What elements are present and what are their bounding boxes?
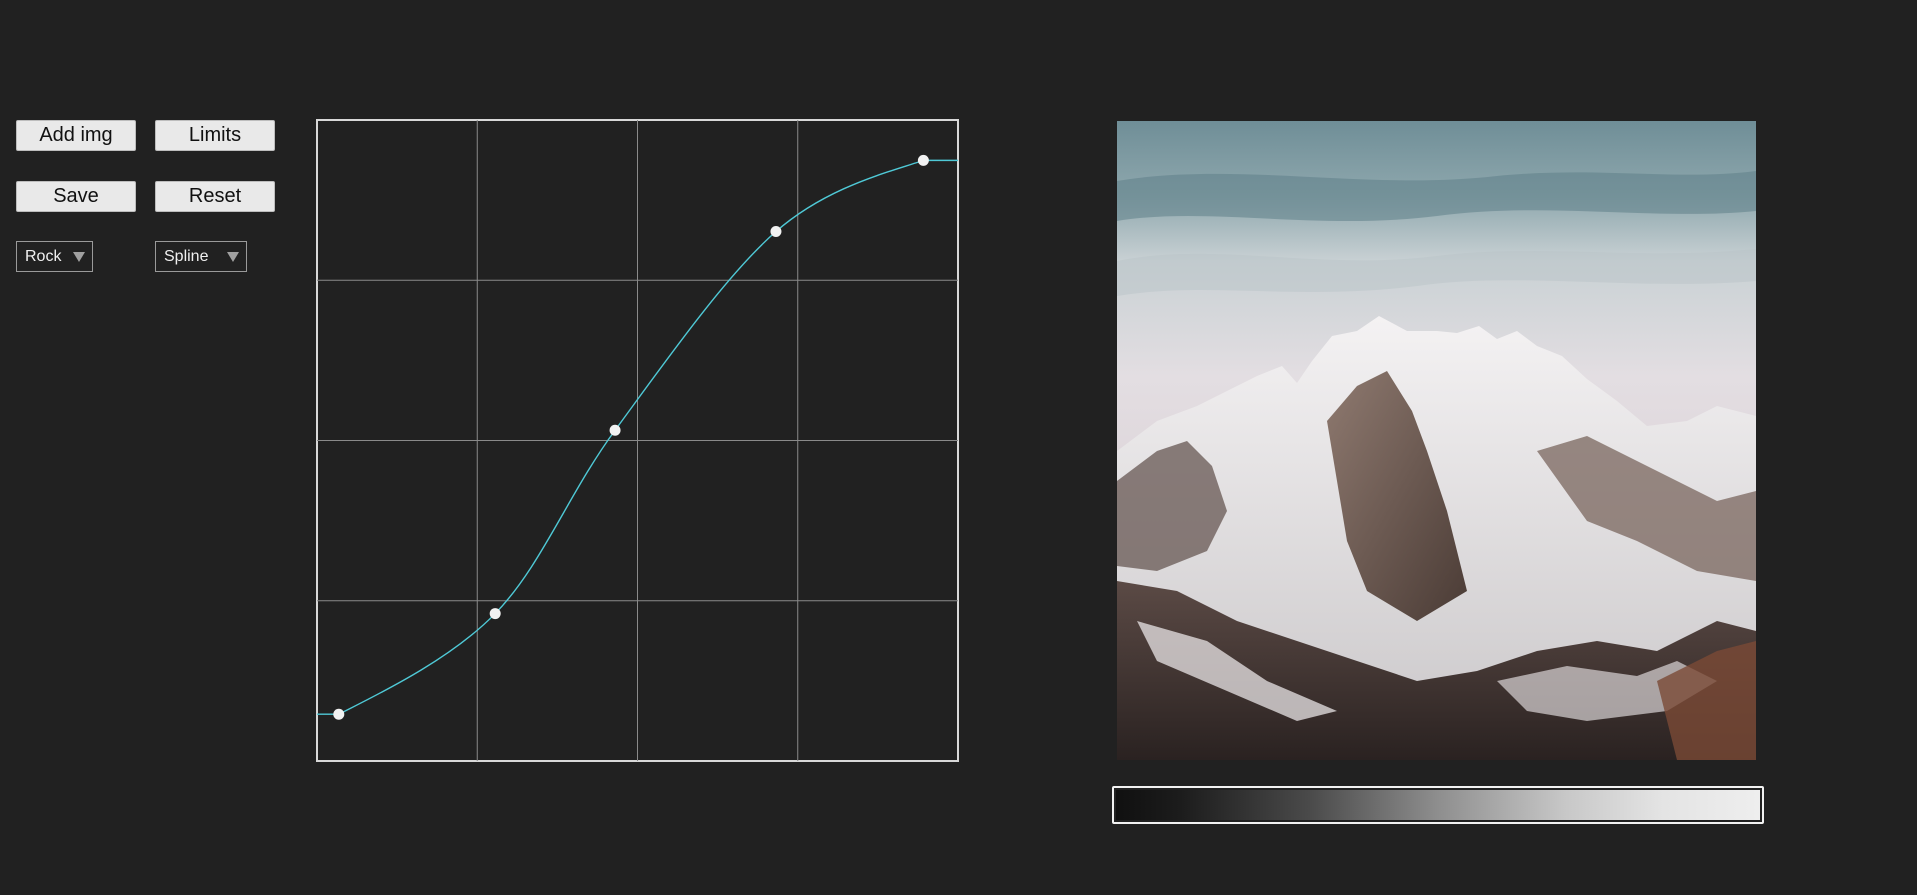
limits-button[interactable]: Limits — [155, 120, 275, 151]
curve-control-point[interactable] — [609, 424, 621, 436]
add-img-button[interactable]: Add img — [16, 120, 136, 151]
reset-button[interactable]: Reset — [155, 181, 275, 212]
curve-editor[interactable] — [316, 119, 959, 762]
gradient-bar — [1112, 786, 1764, 824]
interpolation-select-value: Spline — [164, 248, 209, 265]
preset-select-value: Rock — [25, 248, 62, 265]
chevron-down-icon — [73, 252, 85, 262]
curve-control-point[interactable] — [489, 608, 501, 620]
gradient-fill — [1116, 790, 1760, 820]
curve-control-point[interactable] — [917, 154, 929, 166]
preset-select[interactable]: Rock — [16, 241, 93, 272]
curve-control-point[interactable] — [333, 708, 345, 720]
interpolation-select[interactable]: Spline — [155, 241, 247, 272]
image-preview — [1117, 121, 1756, 760]
curve-control-point[interactable] — [770, 226, 782, 238]
save-button[interactable]: Save — [16, 181, 136, 212]
chevron-down-icon — [227, 252, 239, 262]
